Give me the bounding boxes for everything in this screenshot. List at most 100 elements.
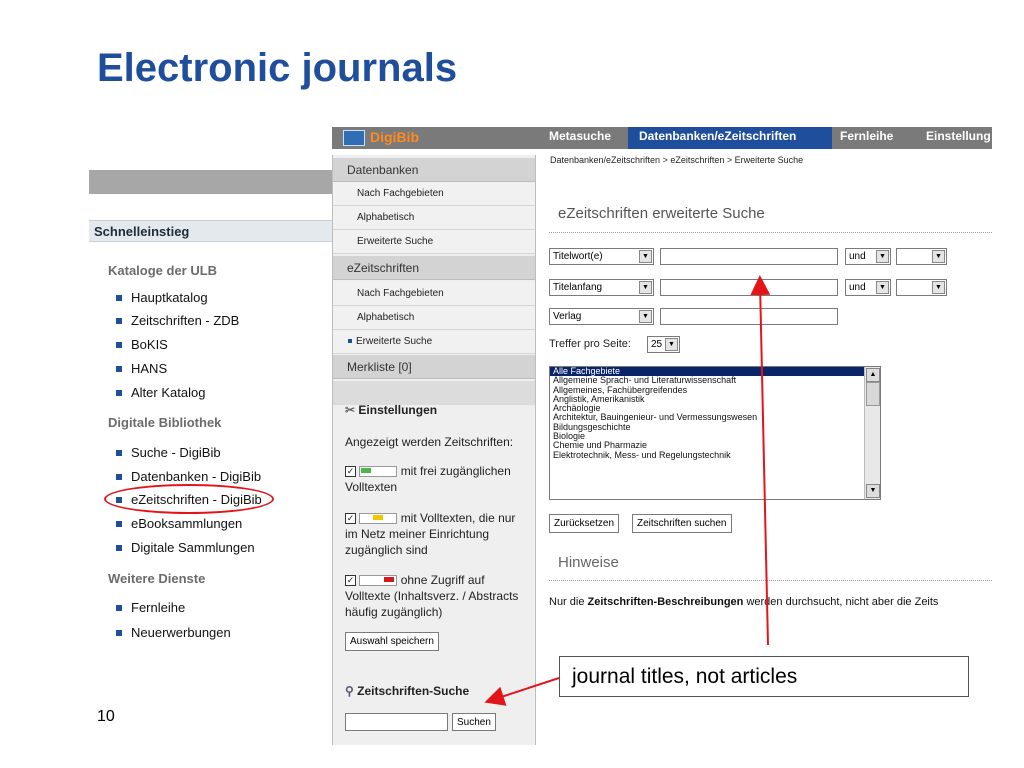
sidebar-item-db-alphabetisch[interactable]: Alphabetisch (333, 206, 535, 230)
subject-option[interactable]: Bildungsgeschichte (550, 422, 880, 432)
breadcrumb: Datenbanken/eZeitschriften > eZeitschrif… (550, 155, 804, 165)
tab-datenbanken-ezeitschriften[interactable]: Datenbanken/eZeitschriften (639, 129, 796, 143)
ulb-category-digitale-bibliothek: Digitale Bibliothek (108, 415, 222, 430)
highlight-ellipse (104, 484, 274, 514)
ulb-link-zdb[interactable]: Zeitschriften - ZDB (116, 313, 239, 328)
page-number: 10 (97, 708, 115, 725)
ulb-link-label: Alter Katalog (131, 385, 206, 400)
operator-select-1[interactable]: und ▼ (845, 248, 891, 265)
hinweise-text-post: werden durchsucht, nicht aber die Zeits (743, 596, 939, 608)
per-page-value: 25 (651, 339, 663, 350)
slide-title: Electronic journals (97, 46, 458, 90)
ulb-link-suche-digibib[interactable]: Suche - DigiBib (116, 445, 221, 460)
sidebar-item-db-erweitert[interactable]: Erweiterte Suche (333, 230, 535, 254)
ulb-link-label: Digitale Sammlungen (131, 540, 255, 555)
ulb-link-label: eBooksammlungen (131, 516, 243, 531)
listbox-scrollbar[interactable]: ▲ ▼ (864, 367, 880, 499)
tab-fernleihe[interactable]: Fernleihe (840, 129, 893, 143)
operator-select-2[interactable]: und ▼ (845, 279, 891, 296)
operator-value: und (849, 282, 866, 293)
field-select-3[interactable]: Verlag ▼ (549, 308, 654, 325)
hinweise-text-pre: Nur die (549, 596, 588, 608)
scroll-thumb[interactable] (866, 382, 880, 406)
ulb-link-digitale-sammlungen[interactable]: Digitale Sammlungen (116, 540, 255, 555)
tools-icon: ✂ (345, 403, 356, 417)
ulb-link-fernleihe[interactable]: Fernleihe (116, 600, 185, 615)
ulb-link-label: Zeitschriften - ZDB (131, 313, 240, 328)
operator-value: und (849, 251, 866, 262)
ulb-link-datenbanken-digibib[interactable]: Datenbanken - DigiBib (116, 469, 261, 484)
save-selection-button[interactable]: Auswahl speichern (345, 632, 439, 651)
hinweise-text-bold: Zeitschriften-Beschreibungen (587, 596, 744, 608)
settings-heading: ✂ Einstellungen (345, 403, 437, 417)
ulb-link-label: Datenbanken - DigiBib (131, 469, 262, 484)
ulb-link-label: Suche - DigiBib (131, 445, 221, 460)
field-select-2[interactable]: Titelanfang ▼ (549, 279, 654, 296)
chevron-down-icon: ▼ (639, 281, 652, 294)
settings-option-local[interactable]: ✓ mit Volltexten, die nur im Netz meiner… (345, 510, 530, 558)
tab-metasuche[interactable]: Metasuche (549, 129, 611, 143)
checkbox-checked-icon[interactable]: ✓ (345, 575, 356, 587)
search-input-1[interactable] (660, 248, 838, 265)
settings-option-none[interactable]: ✓ ohne Zugriff auf Volltexte (Inhaltsver… (345, 572, 530, 620)
scroll-down-icon[interactable]: ▼ (866, 484, 880, 498)
ulb-category-kataloge: Kataloge der ULB (108, 263, 218, 278)
search-input-3[interactable] (660, 308, 838, 325)
subject-listbox[interactable]: Alle Fachgebiete Allgemeine Sprach- und … (549, 366, 881, 500)
operator-select-2b[interactable]: ▼ (896, 279, 947, 296)
divider (549, 580, 992, 581)
field-select-value: Verlag (553, 311, 582, 322)
sidebar-item-db-fachgebiete[interactable]: Nach Fachgebieten (333, 182, 535, 206)
bullet-icon (116, 317, 122, 324)
ulb-link-label: BoKIS (131, 337, 168, 352)
reset-button[interactable]: Zurücksetzen (549, 514, 620, 533)
bullet-icon (116, 449, 122, 456)
callout-box: journal titles, not articles (559, 656, 969, 697)
bullet-icon (116, 520, 122, 527)
tab-einstellungen[interactable]: Einstellung (926, 129, 992, 143)
checkbox-checked-icon[interactable]: ✓ (345, 466, 356, 478)
ulb-link-bokis[interactable]: BoKIS (116, 337, 168, 352)
ulb-link-label: Fernleihe (131, 600, 186, 615)
settings-intro: Angezeigt werden Zeitschriften: (345, 435, 514, 449)
per-page-label: Treffer pro Seite: (549, 338, 631, 350)
chevron-down-icon: ▼ (876, 250, 889, 263)
search-input-2[interactable] (660, 279, 838, 296)
ulb-link-label: Hauptkatalog (131, 290, 208, 305)
settings-title: Einstellungen (358, 403, 438, 417)
search-journals-button[interactable]: Zeitschriften suchen (632, 514, 732, 533)
sidebar-item-ez-erweitert[interactable]: Erweiterte Suche (333, 330, 535, 354)
chevron-down-icon: ▼ (932, 281, 945, 294)
ulb-link-hauptkatalog[interactable]: Hauptkatalog (116, 290, 208, 305)
chevron-down-icon: ▼ (639, 310, 652, 323)
ulb-link-hans[interactable]: HANS (116, 361, 167, 376)
bullet-icon (116, 473, 122, 480)
operator-select-1b[interactable]: ▼ (896, 248, 947, 265)
traffic-light-yellow-icon (359, 513, 398, 525)
journal-search-heading: ⚲ Zeitschriften-Suche (345, 684, 469, 698)
journal-search-button[interactable]: Suchen (452, 713, 496, 731)
sidebar-section-datenbanken[interactable]: Datenbanken (333, 158, 535, 182)
bullet-icon (116, 604, 122, 611)
ulb-link-neuerwerbungen[interactable]: Neuerwerbungen (116, 625, 231, 640)
sidebar-item-ez-fachgebiete[interactable]: Nach Fachgebieten (333, 282, 535, 306)
chevron-down-icon: ▼ (639, 250, 652, 263)
subject-option[interactable]: Elektrotechnik, Mess- und Regelungstechn… (550, 450, 880, 460)
ulb-link-alter-katalog[interactable]: Alter Katalog (116, 385, 205, 400)
sidebar-merkliste[interactable]: Merkliste [0] (333, 355, 535, 379)
checkbox-checked-icon[interactable]: ✓ (345, 513, 356, 525)
scroll-up-icon[interactable]: ▲ (866, 368, 880, 382)
traffic-light-green-icon (359, 466, 398, 478)
per-page-select[interactable]: 25 ▼ (647, 336, 680, 353)
journal-search-input[interactable] (345, 713, 448, 731)
sidebar-section-ezeitschriften[interactable]: eZeitschriften (333, 256, 535, 280)
chevron-down-icon: ▼ (932, 250, 945, 263)
bullet-icon (116, 341, 122, 348)
settings-option-free[interactable]: ✓ mit frei zugänglichen Volltexten (345, 463, 530, 495)
field-select-1[interactable]: Titelwort(e) ▼ (549, 248, 654, 265)
ulb-heading: Schnelleinstieg (89, 220, 339, 242)
journal-search-title: Zeitschriften-Suche (357, 684, 470, 698)
ulb-link-label: HANS (131, 361, 168, 376)
ulb-link-ebooksammlungen[interactable]: eBooksammlungen (116, 516, 242, 531)
sidebar-item-ez-alphabetisch[interactable]: Alphabetisch (333, 306, 535, 330)
